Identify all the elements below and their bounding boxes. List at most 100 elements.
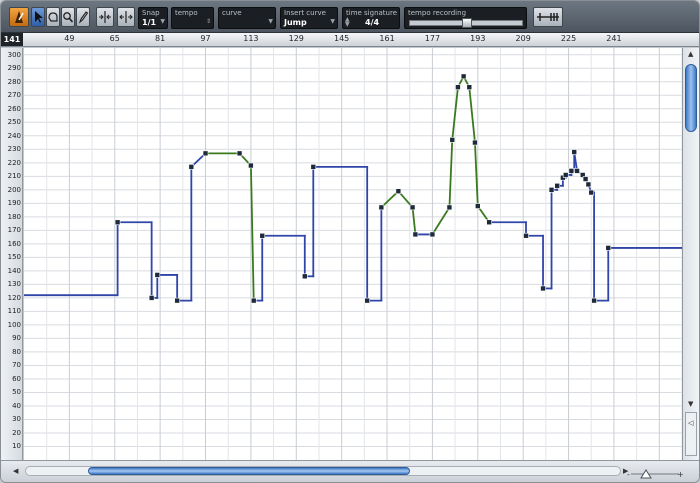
slider-handle[interactable] — [462, 18, 472, 28]
insert-curve-field[interactable]: Insert curve Jump ▼ — [280, 7, 338, 29]
scroll-left-icon[interactable]: ◀ — [13, 467, 18, 475]
tempo-point[interactable] — [582, 176, 589, 182]
tempo-point[interactable] — [449, 137, 456, 143]
tempo-point[interactable] — [259, 232, 266, 239]
tempo-point[interactable] — [250, 297, 257, 304]
tempo-point[interactable] — [409, 204, 416, 211]
tempo-field[interactable]: tempo ⇕ — [171, 7, 214, 29]
tempo-point[interactable] — [554, 182, 561, 189]
tempo-point[interactable] — [460, 73, 467, 80]
tempo-point[interactable] — [248, 162, 254, 169]
tempo-point[interactable] — [412, 231, 419, 238]
tempo-point[interactable] — [310, 164, 317, 170]
curve-field[interactable]: curve ▼ — [218, 7, 276, 29]
svg-text:-: - — [627, 470, 630, 479]
spinner-icon: ⇕ — [205, 18, 211, 25]
select-range-icon[interactable] — [46, 7, 60, 27]
time-signature-value: 4/4 — [365, 18, 380, 27]
scale-label: 90 — [12, 334, 21, 343]
tempo-point[interactable] — [574, 168, 580, 174]
tempo-point[interactable] — [548, 187, 555, 193]
scale-label: 260 — [7, 104, 21, 113]
tempo-point[interactable] — [474, 203, 481, 209]
tempo-curve-segment — [448, 138, 454, 209]
tempo-point[interactable] — [568, 168, 575, 174]
tempo-point[interactable] — [585, 181, 592, 188]
tempo-scale: 300 290 280 270 260 250 240 230 220 210 200 190 180 1… — [1, 48, 23, 460]
ruler-label: 129 — [288, 34, 304, 43]
snap-label: Snap — [142, 9, 160, 17]
chevron-down-icon: ▼ — [268, 18, 273, 25]
horizontal-zoom-slider[interactable]: - + — [627, 465, 684, 479]
scroll-up-icon[interactable]: ▲ — [688, 50, 693, 58]
tempo-point[interactable] — [202, 150, 209, 157]
scale-label: 160 — [7, 239, 21, 248]
tempo-point[interactable] — [378, 204, 385, 211]
scroll-down-icon[interactable]: ▼ — [688, 400, 693, 408]
scale-label: 290 — [7, 64, 21, 73]
tempo-point[interactable] — [364, 297, 370, 304]
scale-label: 300 — [7, 50, 21, 59]
scale-label: 230 — [7, 145, 21, 154]
tempo-point[interactable] — [523, 232, 529, 239]
ruler-label: 145 — [334, 34, 350, 43]
bar-ruler[interactable]: 141 49 65 81 97 113 129 145 161 177 193 209 225 241 — [1, 33, 699, 47]
snap-field[interactable]: Snap 1/1 ▼ — [138, 7, 168, 29]
tempo-point[interactable] — [562, 172, 569, 178]
ruler-label: 161 — [379, 34, 395, 43]
tempo-point[interactable] — [466, 84, 473, 90]
tempo-point[interactable] — [455, 84, 461, 90]
time-signature-label: time signature — [346, 9, 398, 17]
ruler-label: 65 — [109, 34, 120, 43]
tempo-point[interactable] — [148, 295, 155, 301]
ruler-label: 49 — [64, 34, 75, 43]
pencil-icon[interactable] — [76, 7, 90, 27]
tempo-curve-display[interactable] — [24, 48, 682, 460]
tempo-point[interactable] — [588, 189, 595, 196]
vertical-scroll-thumb[interactable] — [685, 64, 697, 132]
zoom-icon[interactable] — [61, 7, 75, 27]
scale-label: 10 — [12, 442, 21, 451]
scale-label: 210 — [7, 172, 21, 181]
split-icon[interactable] — [117, 7, 135, 27]
tempo-point[interactable] — [540, 285, 546, 292]
scale-label: 60 — [12, 374, 21, 383]
tempo-point[interactable] — [395, 188, 402, 194]
horizontal-scrollbar-bar: ◀ ▶ - + — [1, 460, 699, 482]
tempo-point[interactable] — [486, 219, 492, 226]
tempo-track-icon[interactable] — [9, 7, 29, 27]
insert-curve-label: Insert curve — [284, 9, 326, 17]
horizontal-scroll-track[interactable] — [25, 466, 621, 476]
scale-label: 220 — [7, 158, 21, 167]
tempo-recording-label: tempo recording — [408, 9, 467, 17]
tempo-point[interactable] — [114, 219, 121, 226]
tempo-point[interactable] — [571, 149, 578, 155]
scale-label: 240 — [7, 131, 21, 140]
scale-label: 120 — [7, 293, 21, 302]
tempo-point[interactable] — [154, 272, 161, 278]
pointer-icon[interactable] — [31, 7, 45, 27]
time-signature-field[interactable]: time signature ▲ ▼ 4/4 — [342, 7, 400, 29]
tempo-point[interactable] — [472, 139, 478, 146]
tempo-point[interactable] — [591, 297, 597, 304]
position-display: 141 — [1, 33, 23, 46]
tempo-point[interactable] — [301, 273, 308, 280]
vertical-scrollbar[interactable]: ▲ ▼ ◁ — [682, 48, 699, 460]
tempo-point[interactable] — [236, 150, 243, 157]
tempo-curve-svg[interactable] — [24, 48, 682, 460]
vertical-zoom-slider[interactable]: ◁ — [685, 412, 697, 456]
zoom-handle-icon[interactable]: ◁ — [688, 419, 693, 427]
tempo-point[interactable] — [605, 245, 612, 251]
tempo-point[interactable] — [174, 297, 180, 304]
horizontal-scroll-thumb[interactable] — [88, 467, 410, 475]
spinner-icon: ▲ ▼ — [345, 16, 350, 28]
scale-label: 30 — [12, 415, 21, 424]
tempo-point[interactable] — [188, 164, 195, 170]
tempo-recording-slider[interactable] — [409, 18, 523, 28]
tempo-point[interactable] — [429, 231, 436, 238]
tempo-point[interactable] — [446, 204, 453, 211]
tempo-recording-toggle-icon[interactable] — [533, 7, 563, 27]
ruler-label: 177 — [424, 34, 441, 43]
ruler-label: 81 — [155, 34, 166, 43]
snap-to-grid-icon[interactable] — [96, 7, 114, 27]
